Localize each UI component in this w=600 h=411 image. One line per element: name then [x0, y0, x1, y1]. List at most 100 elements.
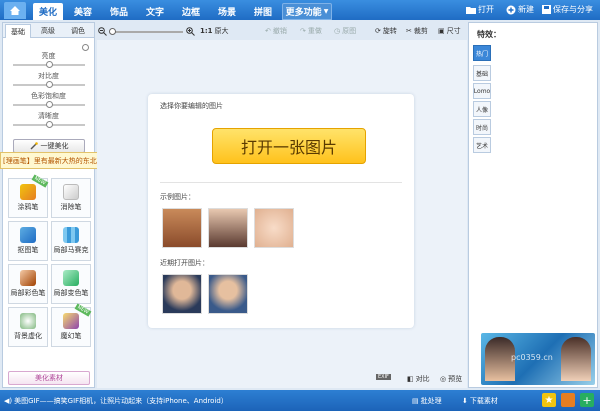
- example-image[interactable]: [162, 208, 202, 248]
- contrast-knob[interactable]: [46, 81, 53, 88]
- compare-icon: ◧: [407, 375, 414, 383]
- cutout-pen-icon: [20, 227, 36, 243]
- open-label: 打开: [478, 5, 494, 14]
- recent-image[interactable]: [162, 274, 202, 314]
- save-share-button[interactable]: 保存与分享: [542, 4, 593, 15]
- one-click-beautify-button[interactable]: 一键美化: [13, 139, 85, 153]
- batch-button[interactable]: ▤ 批处理: [412, 396, 442, 406]
- resize-button[interactable]: ▣ 尺寸: [438, 26, 461, 36]
- example-image[interactable]: [208, 208, 248, 248]
- tool-eraser-pen[interactable]: 消除笔: [51, 178, 91, 218]
- sharpness-knob[interactable]: [46, 121, 53, 128]
- tool-label: 局部马赛克: [53, 246, 89, 254]
- tool-label: 局部变色笔: [53, 289, 89, 297]
- sharpness-slider[interactable]: [13, 121, 85, 128]
- zoom-knob[interactable]: [109, 28, 116, 35]
- adjust-panel: 基础 高级 调色 亮度 对比度 色彩饱和度 清晰度 一键美化 NEW 涂鸦笔 消…: [2, 22, 95, 388]
- tips-text: 美图GIF——搞笑GIF相机，让照片动起来（支持iPhone、Android）: [14, 397, 228, 405]
- saturation-knob[interactable]: [46, 101, 53, 108]
- crop-button[interactable]: ✂ 裁剪: [406, 26, 428, 36]
- download-label: 下载素材: [469, 397, 498, 405]
- tool-label: 魔幻笔: [60, 332, 82, 340]
- compare-button[interactable]: ◧ 对比: [407, 374, 430, 384]
- restore-original-button[interactable]: ◷ 原图: [334, 26, 356, 36]
- save-share-label: 保存与分享: [553, 5, 593, 14]
- contrast-label: 对比度: [38, 72, 59, 80]
- effects-tab-basic[interactable]: 基础: [473, 65, 491, 81]
- ad-watermark: pc0359.cn: [511, 353, 553, 362]
- tab-accessories[interactable]: 饰品: [104, 3, 134, 20]
- tool-label: 抠图笔: [17, 246, 39, 254]
- recent-image[interactable]: [208, 274, 248, 314]
- tab-beautify[interactable]: 美化: [33, 3, 63, 20]
- undo-button[interactable]: ↶ 撤销: [265, 26, 287, 36]
- eraser-icon: [63, 184, 79, 200]
- zoom-out-icon[interactable]: [98, 27, 107, 36]
- adjust-subtabs: 基础 高级 调色: [3, 23, 94, 38]
- preview-button[interactable]: ◎ 预览: [440, 374, 462, 384]
- effects-tab-fashion[interactable]: 时尚: [473, 119, 491, 135]
- weibo-icon[interactable]: [561, 393, 575, 407]
- effects-tab-hot[interactable]: 热门: [473, 45, 491, 61]
- compare-label: 对比: [415, 375, 430, 383]
- exif-button[interactable]: EXIF: [376, 374, 391, 380]
- resize-label: 尺寸: [446, 27, 461, 35]
- subtab-advanced[interactable]: 高级: [35, 24, 61, 38]
- tab-beauty[interactable]: 美容: [68, 3, 98, 20]
- star-icon[interactable]: ★: [542, 393, 556, 407]
- ad-person-right: [561, 337, 591, 381]
- status-bar: ◀) 美图GIF——搞笑GIF相机，让照片动起来（支持iPhone、Androi…: [0, 390, 600, 411]
- new-label: 新建: [518, 5, 534, 14]
- effects-tab-portrait[interactable]: 人像: [473, 101, 491, 117]
- tab-scene[interactable]: 场景: [212, 3, 242, 20]
- preview-icon: ◎: [440, 375, 447, 383]
- reset-icon[interactable]: [82, 44, 89, 51]
- tool-local-mosaic[interactable]: 局部马赛克: [51, 221, 91, 261]
- one-click-beautify-label: 一键美化: [40, 142, 69, 150]
- tool-magic-pen[interactable]: NEW 魔幻笔: [51, 303, 92, 347]
- effects-panel: 特效： 热门 基础 Lomo 人像 时尚 艺术 pc0359.cn: [468, 22, 598, 388]
- download-material-button[interactable]: ⬇ 下载素材: [462, 396, 498, 406]
- tab-collage[interactable]: 拼图: [248, 3, 278, 20]
- material-label: 美化素材: [35, 374, 63, 382]
- subtab-basic[interactable]: 基础: [5, 24, 31, 38]
- rotate-label: 旋转: [382, 27, 397, 35]
- example-image[interactable]: [254, 208, 294, 248]
- effects-title: 特效：: [477, 30, 501, 39]
- open-image-button[interactable]: 打开一张图片: [212, 128, 366, 164]
- effects-tab-lomo[interactable]: Lomo: [473, 83, 491, 99]
- brightness-slider[interactable]: [13, 61, 85, 68]
- original-size-button[interactable]: 1:1 原大: [200, 26, 229, 36]
- restore-label: 原图: [342, 27, 357, 35]
- tool-label: 背景虚化: [14, 332, 42, 340]
- tips-link[interactable]: ◀) 美图GIF——搞笑GIF相机，让照片动起来（支持iPhone、Androi…: [4, 396, 228, 406]
- open-button[interactable]: 打开: [466, 4, 494, 15]
- effects-tab-art[interactable]: 艺术: [473, 137, 491, 153]
- tab-border[interactable]: 边框: [176, 3, 206, 20]
- home-button[interactable]: [4, 2, 26, 19]
- saturation-slider[interactable]: [13, 101, 85, 108]
- resize-icon: ▣: [438, 27, 445, 35]
- preview-label: 预览: [448, 375, 463, 383]
- recolor-pen-icon: [63, 270, 79, 286]
- zoom-slider[interactable]: [109, 28, 183, 35]
- tool-doodle-pen[interactable]: NEW 涂鸦笔: [8, 174, 49, 218]
- more-features-dropdown[interactable]: 更多功能 ▼: [282, 3, 332, 20]
- tool-cutout-pen[interactable]: 抠图笔: [8, 221, 48, 261]
- download-icon: ⬇: [462, 397, 468, 405]
- tab-text[interactable]: 文字: [140, 3, 170, 20]
- ad-banner[interactable]: pc0359.cn: [481, 333, 595, 385]
- contrast-slider[interactable]: [13, 81, 85, 88]
- tool-local-color-pen[interactable]: 局部彩色笔: [8, 264, 48, 304]
- tool-background-blur[interactable]: 背景虚化: [8, 307, 48, 347]
- plus-icon[interactable]: +: [580, 393, 594, 407]
- redo-button[interactable]: ↷ 重做: [300, 26, 322, 36]
- beautify-material-button[interactable]: 美化素材: [8, 371, 90, 385]
- plus-circle-icon: [506, 5, 516, 14]
- rotate-button[interactable]: ⟳ 旋转: [375, 26, 397, 36]
- tool-local-recolor-pen[interactable]: 局部变色笔: [51, 264, 91, 304]
- new-button[interactable]: 新建: [506, 4, 534, 15]
- subtab-color[interactable]: 调色: [65, 24, 91, 38]
- zoom-in-icon[interactable]: [186, 27, 195, 36]
- brightness-knob[interactable]: [46, 61, 53, 68]
